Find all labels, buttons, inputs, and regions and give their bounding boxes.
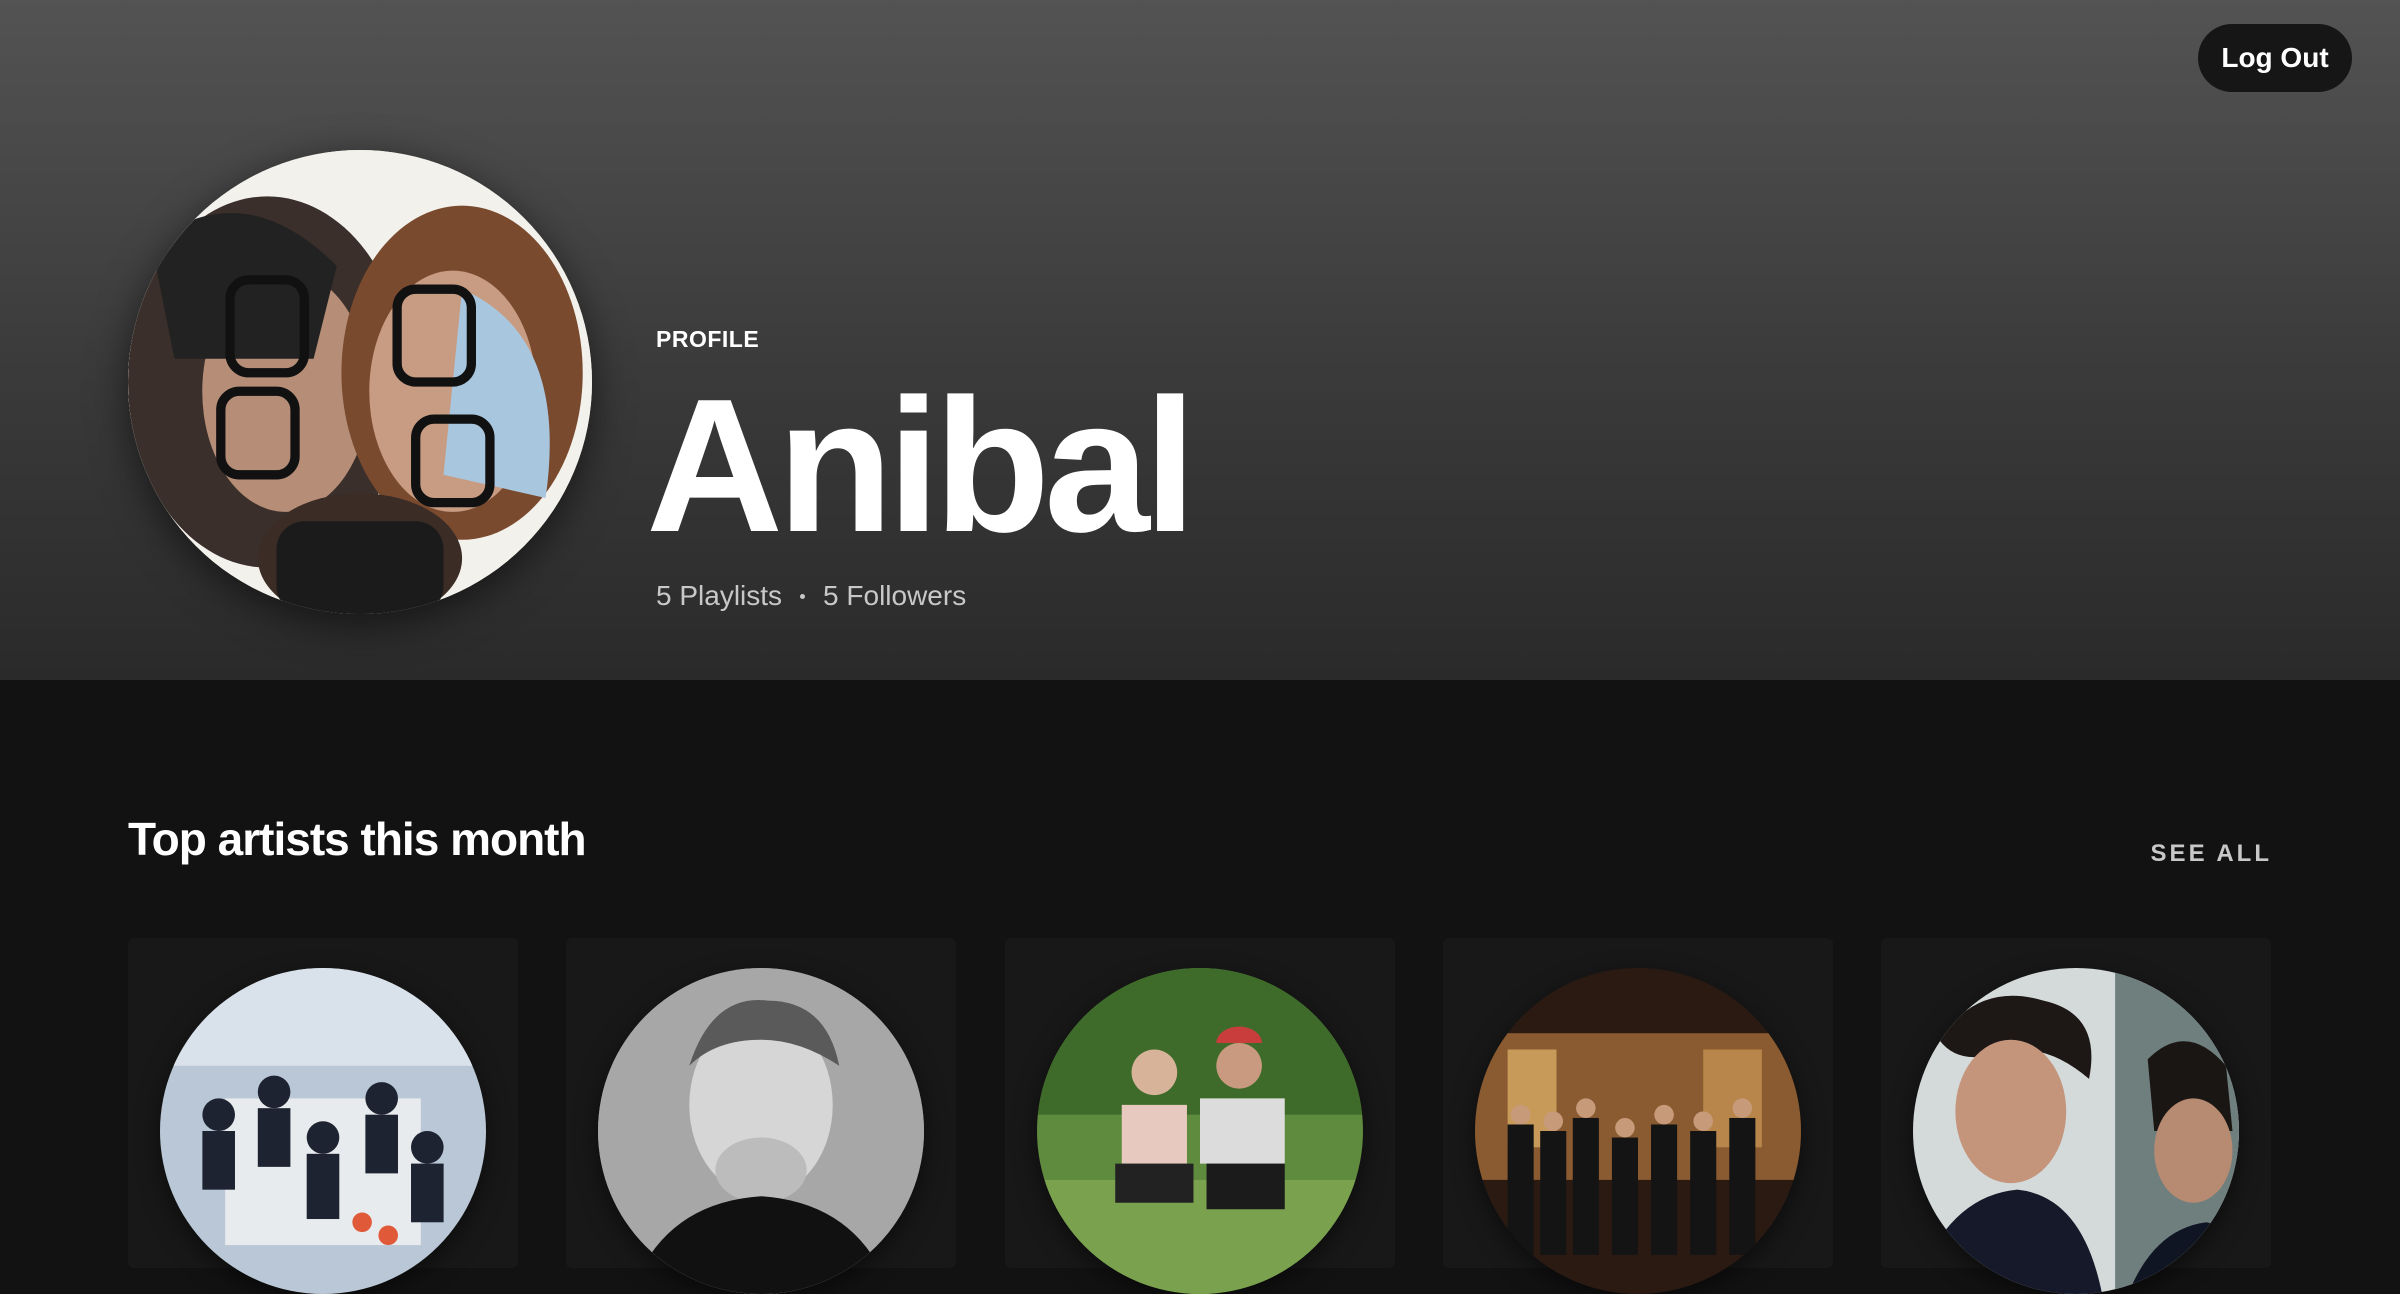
see-all-link[interactable]: SEE ALL	[2151, 840, 2272, 868]
artist-image	[160, 968, 486, 1294]
artist-card[interactable]	[1005, 938, 1395, 1294]
logout-button[interactable]: Log Out	[2198, 24, 2352, 92]
separator-dot	[800, 593, 806, 599]
artist-card[interactable]	[566, 938, 956, 1294]
artist-image	[598, 968, 924, 1294]
artist-image	[1475, 968, 1801, 1294]
avatar	[128, 150, 592, 614]
artist-card[interactable]	[1443, 938, 1833, 1294]
playlists-count[interactable]: 5 Playlists	[656, 580, 782, 612]
artist-image	[1037, 968, 1363, 1294]
profile-name: Anibal	[646, 360, 1197, 572]
artist-card[interactable]	[128, 938, 518, 1294]
followers-count[interactable]: 5 Followers	[823, 580, 966, 612]
profile-stats: 5 Playlists 5 Followers	[656, 580, 966, 612]
section-title: Top artists this month	[128, 813, 587, 865]
artist-image	[1913, 968, 2239, 1294]
profile-type-label: PROFILE	[656, 326, 760, 352]
artist-card[interactable]	[1881, 938, 2271, 1294]
